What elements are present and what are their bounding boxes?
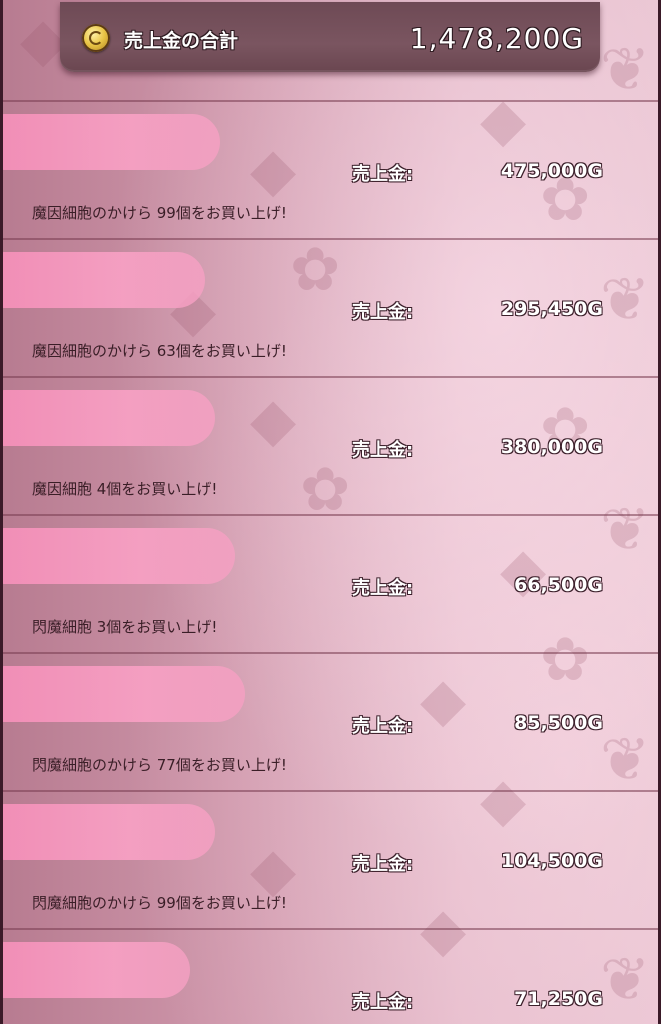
sale-amount-label: 売上金:	[352, 440, 414, 461]
buyer-name-redacted	[0, 528, 235, 584]
buyer-name-redacted	[0, 390, 215, 446]
sales-total-label: 売上金の合計	[124, 30, 239, 52]
sale-row[interactable]: 売上金: 66,500G 閃魔細胞 3個をお買い上げ!	[0, 514, 661, 654]
sales-total-header: 売上金の合計 1,478,200G	[0, 0, 661, 100]
sale-row[interactable]: 売上金: 85,500G 閃魔細胞のかけら 77個をお買い上げ!	[0, 652, 661, 792]
purchase-message: 閃魔細胞のかけら 99個をお買い上げ!	[32, 894, 287, 912]
buyer-name-redacted	[0, 114, 220, 170]
sale-amount-label: 売上金:	[352, 716, 414, 737]
sale-amount-label: 売上金:	[352, 992, 414, 1013]
purchase-message: 魔因細胞のかけら 99個をお買い上げ!	[32, 204, 287, 222]
sale-amount-label: 売上金:	[352, 164, 414, 185]
sale-amount-value: 71,250G	[514, 988, 603, 1010]
purchase-message: 閃魔細胞 3個をお買い上げ!	[32, 618, 218, 636]
sale-amount-value: 66,500G	[514, 574, 603, 596]
sale-amount-value: 295,450G	[500, 298, 603, 320]
sale-amount-label: 売上金:	[352, 854, 414, 875]
sale-amount-value: 104,500G	[500, 850, 603, 872]
purchase-message: 閃魔細胞のかけら 77個をお買い上げ!	[32, 756, 287, 774]
buyer-name-redacted	[0, 804, 215, 860]
sale-row[interactable]: 売上金: 475,000G 魔因細胞のかけら 99個をお買い上げ!	[0, 100, 661, 240]
left-frame-border	[0, 0, 3, 1024]
buyer-name-redacted	[0, 942, 190, 998]
buyer-name-redacted	[0, 666, 245, 722]
sale-amount-value: 380,000G	[500, 436, 603, 458]
gold-coin-icon	[82, 24, 110, 52]
sale-row[interactable]: 売上金: 104,500G 閃魔細胞のかけら 99個をお買い上げ!	[0, 790, 661, 930]
purchase-message: 魔因細胞のかけら 63個をお買い上げ!	[32, 342, 287, 360]
sale-amount-label: 売上金:	[352, 302, 414, 323]
sale-row[interactable]: 売上金: 380,000G 魔因細胞 4個をお買い上げ!	[0, 376, 661, 516]
sales-total-panel: 売上金の合計 1,478,200G	[60, 2, 600, 72]
sale-amount-value: 85,500G	[514, 712, 603, 734]
buyer-name-redacted	[0, 252, 205, 308]
sale-amount-label: 売上金:	[352, 578, 414, 599]
sales-total-value: 1,478,200G	[409, 22, 584, 55]
sale-row[interactable]: 売上金: 295,450G 魔因細胞のかけら 63個をお買い上げ!	[0, 238, 661, 378]
sales-history-screen: ◆ ❦ ◆ ◆ ✿ ❦ ◆ ✿ ◆ ✿ ✿ ❦ ◆ ✿ ◆ ❦ ◆ ◆ ◆ ❦ …	[0, 0, 661, 1024]
purchase-message: 魔因細胞 4個をお買い上げ!	[32, 480, 218, 498]
sale-amount-value: 475,000G	[500, 160, 603, 182]
sale-row[interactable]: 売上金: 71,250G	[0, 928, 661, 1024]
